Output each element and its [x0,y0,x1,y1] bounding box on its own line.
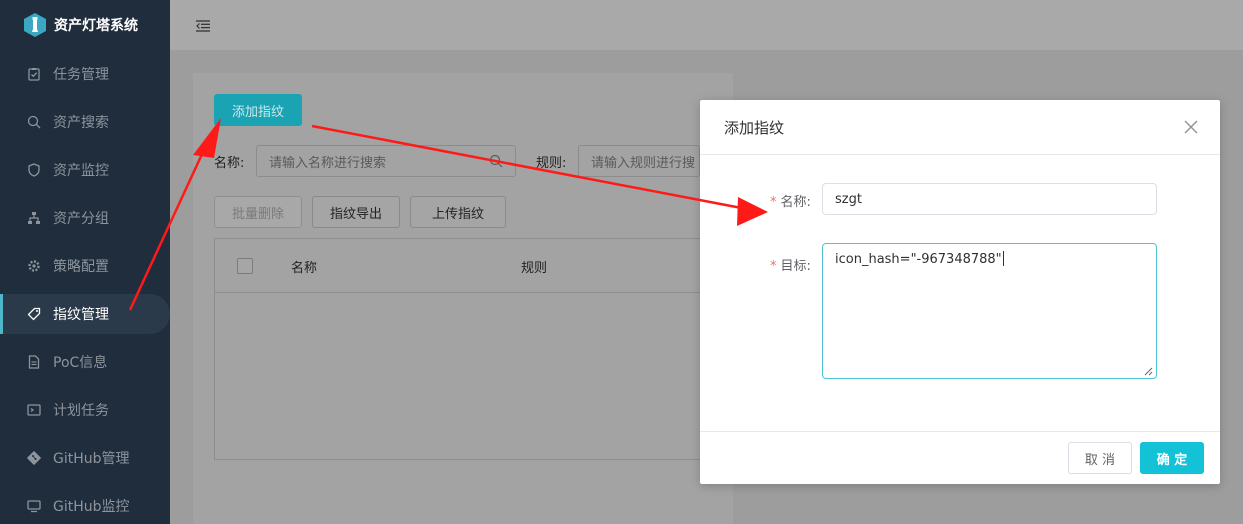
export-fingerprint-button[interactable]: 指纹导出 [312,196,400,228]
cancel-button[interactable]: 取 消 [1068,442,1132,474]
monitor-icon [27,499,41,513]
dialog-footer: 取 消 确 定 [700,431,1220,484]
rule-search-input[interactable]: 请输入规则进行搜 [578,145,700,177]
name-field-value: szgt [835,191,862,207]
name-filter-label: 名称: [214,156,245,171]
text-caret [1002,251,1004,266]
sidebar: 资产灯塔系统 任务管理 资产搜索 资产监控 资产分组 策略配置 指纹管理 PoC… [0,0,170,524]
sidebar-item-github-monitor[interactable]: GitHub监控 [0,486,170,524]
add-fingerprint-button[interactable]: 添加指纹 [214,94,302,126]
tag-icon [27,307,41,321]
lighthouse-logo-icon [22,12,48,38]
dialog-header: 添加指纹 [700,100,1220,155]
resize-handle-icon[interactable] [1143,365,1153,376]
sidebar-item-label: 计划任务 [53,403,109,419]
required-asterisk: * [770,195,777,210]
task-icon [27,67,41,81]
upload-fingerprint-button[interactable]: 上传指纹 [410,196,506,228]
git-icon [27,451,41,465]
sidebar-item-label: 资产分组 [53,211,109,227]
sidebar-item-asset-search[interactable]: 资产搜索 [0,102,170,142]
select-all-checkbox[interactable] [237,258,253,274]
sidebar-item-asset-monitor[interactable]: 资产监控 [0,150,170,190]
sidebar-item-label: 资产搜索 [53,115,109,131]
sidebar-item-label: GitHub管理 [53,451,130,467]
app-title: 资产灯塔系统 [54,18,138,34]
name-field[interactable]: szgt [822,183,1157,215]
sidebar-item-label: GitHub监控 [53,499,130,515]
confirm-button[interactable]: 确 定 [1140,442,1204,474]
target-textarea-value: icon_hash="-967348788" [835,252,1002,267]
search-icon [27,115,41,129]
sidebar-item-policy-config[interactable]: 策略配置 [0,246,170,286]
rule-search-placeholder: 请输入规则进行搜 [591,155,696,171]
search-icon [489,154,503,172]
rule-filter-label: 规则: [536,156,567,171]
add-fingerprint-dialog: 添加指纹 * 名称: szgt * 目标: icon_hash="-96734878… [700,100,1220,484]
batch-delete-button[interactable]: 批量删除 [214,196,302,228]
target-label-text: 目标: [780,259,811,274]
sidebar-item-github-management[interactable]: GitHub管理 [0,438,170,478]
sidebar-item-label: 策略配置 [53,259,109,275]
required-asterisk: * [770,259,777,274]
column-header-name: 名称 [291,261,318,276]
column-header-rule: 规则 [521,261,548,276]
sidebar-item-label: 资产监控 [53,163,109,179]
name-search-input[interactable]: 请输入名称进行搜索 [256,145,516,177]
sidebar-item-asset-group[interactable]: 资产分组 [0,198,170,238]
target-form-label: * 目标: [770,255,811,274]
fingerprint-table: 名称 规则 [214,238,734,460]
menu-fold-icon[interactable] [196,20,210,32]
sidebar-item-label: PoC信息 [53,355,108,371]
dialog-title: 添加指纹 [724,118,785,137]
name-search-placeholder: 请输入名称进行搜索 [269,155,387,171]
sitemap-icon [27,211,41,225]
sidebar-item-poc-info[interactable]: PoC信息 [0,342,170,382]
name-form-label: * 名称: [770,191,811,210]
table-header: 名称 规则 [215,239,733,293]
shield-icon [27,163,41,177]
terminal-icon [27,403,41,417]
sidebar-item-label: 指纹管理 [53,307,109,323]
close-icon[interactable] [1184,120,1198,134]
sidebar-item-scheduled-task[interactable]: 计划任务 [0,390,170,430]
brand: 资产灯塔系统 [0,0,170,50]
document-icon [27,355,41,369]
top-bar [170,0,1243,50]
gear-icon [27,259,41,273]
sidebar-item-label: 任务管理 [53,67,109,83]
target-textarea[interactable]: icon_hash="-967348788" [822,243,1157,379]
sidebar-item-fingerprint-management[interactable]: 指纹管理 [0,294,170,334]
name-label-text: 名称: [780,195,811,210]
sidebar-item-task-management[interactable]: 任务管理 [0,54,170,94]
